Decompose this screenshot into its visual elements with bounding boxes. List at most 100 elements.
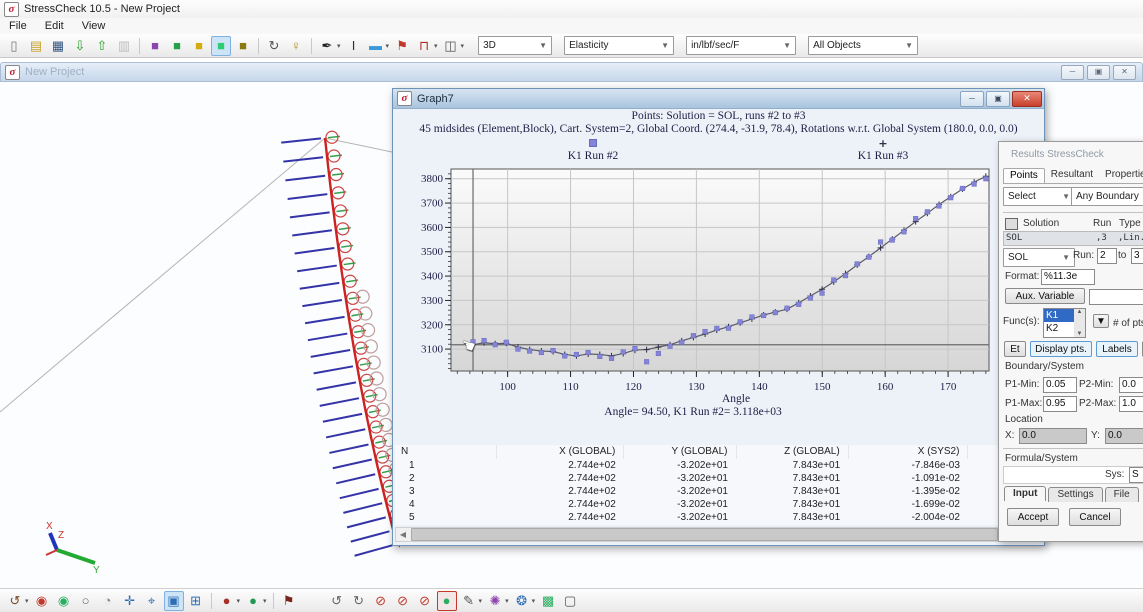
orbit-right-icon[interactable]: ↻: [349, 591, 369, 611]
results-module-icon[interactable]: ■: [233, 36, 253, 56]
flag-tool-icon[interactable]: ⚑: [392, 36, 412, 56]
location-x-field[interactable]: 0.0: [1019, 428, 1087, 444]
key-icon[interactable]: ♀: [286, 36, 306, 56]
table-row[interactable]: 32.744e+02-3.202e+017.843e+01-1.395e-029…: [395, 485, 1042, 498]
labels-button[interactable]: Labels: [1096, 341, 1138, 357]
pen-tool-icon[interactable]: ✒: [317, 36, 337, 56]
units-combo[interactable]: in/lbf/sec/F▼: [686, 36, 796, 55]
cancel-button[interactable]: Cancel: [1069, 508, 1121, 526]
replay-icon[interactable]: ↻: [264, 36, 284, 56]
table-row[interactable]: 52.744e+02-3.202e+017.843e+01-2.004e-029…: [395, 511, 1042, 524]
clip-plane-3-icon[interactable]: ⊘: [415, 591, 435, 611]
accept-button[interactable]: Accept: [1007, 508, 1059, 526]
chevron-down-icon[interactable]: ▾: [505, 597, 509, 605]
chevron-down-icon[interactable]: ▾: [386, 42, 390, 50]
solution-combo[interactable]: SOL▼: [1003, 248, 1075, 267]
display-options-icon[interactable]: ✺: [485, 591, 505, 611]
chevron-down-icon[interactable]: ▾: [337, 42, 341, 50]
clip-plane-2-icon[interactable]: ⊘: [393, 591, 413, 611]
k1-vs-angle-chart[interactable]: 3100320033003400350036003700380010011012…: [393, 165, 1044, 405]
print-icon[interactable]: ▥: [114, 36, 134, 56]
tab-file[interactable]: File: [1105, 487, 1139, 502]
geometry-module-icon[interactable]: ■: [145, 36, 165, 56]
chevron-down-icon[interactable]: ▾: [461, 42, 465, 50]
rotate-y-icon[interactable]: ◉: [54, 591, 74, 611]
import-model-icon[interactable]: ⇩: [70, 36, 90, 56]
minimize-button[interactable]: ─: [1061, 65, 1084, 80]
rotate-z-icon[interactable]: ◔: [98, 591, 118, 611]
graph-window-titlebar[interactable]: σ Graph7 ─ ▣ ✕: [393, 89, 1044, 109]
tab-resultant[interactable]: Resultant: [1045, 168, 1099, 183]
p2min-field[interactable]: 0.0: [1119, 377, 1143, 393]
et-button[interactable]: Et: [1004, 341, 1026, 357]
chevron-down-icon[interactable]: ▾: [532, 597, 536, 605]
new-icon[interactable]: ▯: [4, 36, 24, 56]
restore-button[interactable]: ▣: [1087, 65, 1110, 80]
render-options-icon[interactable]: ❂: [512, 591, 532, 611]
export-model-icon[interactable]: ⇧: [92, 36, 112, 56]
frame-toggle-icon[interactable]: ▢: [560, 591, 580, 611]
zoom-cursor-icon[interactable]: ⌖: [142, 591, 162, 611]
tab-settings[interactable]: Settings: [1048, 487, 1102, 502]
sys-field[interactable]: S: [1129, 467, 1143, 483]
chevron-down-icon[interactable]: ▾: [25, 597, 29, 605]
tab-points[interactable]: Points: [1003, 168, 1045, 183]
pan-icon[interactable]: ✛: [120, 591, 140, 611]
support-tool-icon[interactable]: ⊓: [414, 36, 434, 56]
p1max-field[interactable]: 0.95: [1043, 396, 1077, 412]
close-button[interactable]: ✕: [1113, 65, 1136, 80]
select-combo[interactable]: Select▼: [1003, 187, 1075, 206]
function-list[interactable]: K1K2: [1043, 308, 1075, 338]
location-y-field[interactable]: 0.0: [1105, 428, 1143, 444]
aux-variable-button[interactable]: Aux. Variable: [1005, 288, 1085, 304]
chevron-down-icon[interactable]: ▾: [237, 597, 241, 605]
view-undo-icon[interactable]: ↺: [5, 591, 25, 611]
rotate-x-icon[interactable]: ◉: [32, 591, 52, 611]
solve-module-icon[interactable]: ■: [211, 36, 231, 56]
beam-tool-icon[interactable]: I: [344, 36, 364, 56]
graph-restore-button[interactable]: ▣: [986, 91, 1010, 107]
zoom-fit-icon[interactable]: ⊞: [186, 591, 206, 611]
scroll-left-icon[interactable]: ◀: [396, 530, 410, 539]
objects-combo[interactable]: All Objects▼: [808, 36, 918, 55]
function-option-k2[interactable]: K2: [1044, 322, 1074, 335]
extrude-tool-icon[interactable]: ▬: [366, 36, 386, 56]
table-row[interactable]: 42.744e+02-3.202e+017.843e+01-1.699e-029…: [395, 498, 1042, 511]
format-field[interactable]: %11.3e: [1041, 269, 1095, 285]
function-list-scrollbar[interactable]: ▲▼: [1074, 308, 1086, 338]
solution-list-row[interactable]: SOL ,3 ,Lin. ,: [1003, 231, 1143, 246]
annotate-icon[interactable]: ✎: [459, 591, 479, 611]
p2max-field[interactable]: 1.0: [1119, 396, 1143, 412]
run-to-field[interactable]: 3: [1131, 248, 1143, 264]
tab-input[interactable]: Input: [1004, 486, 1046, 501]
graph-close-button[interactable]: ✕: [1012, 91, 1042, 107]
tab-properties[interactable]: Properties: [1099, 168, 1143, 183]
table-hscrollbar[interactable]: ◀ ▶: [395, 527, 1042, 542]
fill-color-green-icon[interactable]: ●: [243, 591, 263, 611]
table-row[interactable]: 22.744e+02-3.202e+017.843e+01-1.091e-029…: [395, 472, 1042, 485]
chevron-down-icon[interactable]: ▾: [479, 597, 483, 605]
zoom-window-icon[interactable]: ▣: [164, 591, 184, 611]
reference-combo[interactable]: 3D▼: [478, 36, 552, 55]
menu-edit[interactable]: Edit: [36, 20, 73, 32]
boundary-combo[interactable]: Any Boundary▼: [1071, 187, 1143, 206]
display-pts-button[interactable]: Display pts.: [1030, 341, 1092, 357]
fill-color-red-icon[interactable]: ●: [217, 591, 237, 611]
flag-view-icon[interactable]: ⚑: [279, 591, 299, 611]
clip-plane-1-icon[interactable]: ⊘: [371, 591, 391, 611]
rotate-free-icon[interactable]: ○: [76, 591, 96, 611]
theory-combo[interactable]: Elasticity▼: [564, 36, 674, 55]
orbit-left-icon[interactable]: ↺: [327, 591, 347, 611]
scrollbar-thumb[interactable]: [411, 528, 998, 541]
chevron-down-icon[interactable]: ▾: [434, 42, 438, 50]
function-option-k1[interactable]: K1: [1044, 309, 1074, 322]
open-icon[interactable]: ▤: [26, 36, 46, 56]
menu-file[interactable]: File: [0, 20, 36, 32]
chevron-down-icon[interactable]: ▾: [263, 597, 267, 605]
run-from-field[interactable]: 2: [1097, 248, 1117, 264]
camera-tool-icon[interactable]: ◫: [441, 36, 461, 56]
aux-variable-field[interactable]: [1089, 289, 1143, 305]
material-module-icon[interactable]: ■: [189, 36, 209, 56]
graph-minimize-button[interactable]: ─: [960, 91, 984, 107]
func-dropdown-button[interactable]: ▼: [1093, 314, 1109, 328]
